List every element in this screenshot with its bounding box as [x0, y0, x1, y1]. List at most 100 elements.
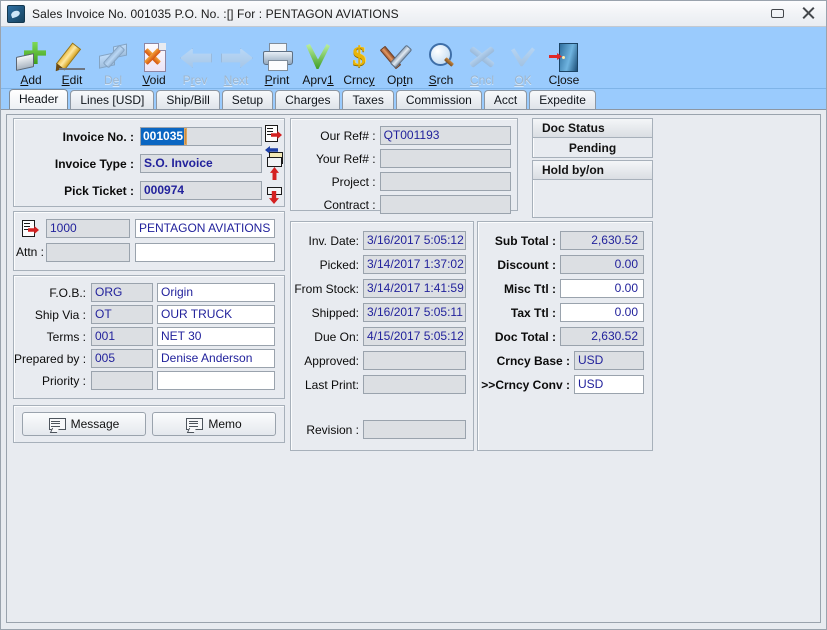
shipping-group: F.O.B.: ORG Origin Ship Via : OT OUR TRU… — [13, 275, 285, 399]
doc-total-input: 2,630.52 — [560, 327, 644, 346]
ship-via-code-input[interactable]: OT — [91, 305, 153, 324]
toolbar-button-ok[interactable]: OK — [503, 29, 543, 87]
toolbar-button-prev[interactable]: Prev — [175, 29, 215, 87]
project-input[interactable] — [379, 172, 511, 191]
customer-lookup-icon[interactable] — [22, 220, 40, 238]
tab-charges[interactable]: Charges — [275, 90, 341, 109]
ok-icon — [507, 41, 539, 73]
last-print-label: Last Print: — [304, 377, 359, 392]
misc-ttl-input[interactable]: 0.00 — [560, 279, 644, 298]
doc-status-header: Doc Status — [533, 119, 652, 138]
ship-via-label: Ship Via : — [34, 307, 86, 322]
tab-commission[interactable]: Commission — [395, 90, 482, 109]
toolbar-button-void[interactable]: Void — [134, 29, 174, 87]
edit-icon — [55, 41, 88, 73]
sub-total-input: 2,630.52 — [560, 231, 644, 250]
pick-ticket-input[interactable]: 000974 — [140, 181, 262, 200]
pick-ticket-label: Pick Ticket : — [64, 183, 134, 198]
toolbar-button-edit[interactable]: Edit — [52, 29, 92, 87]
picked-input[interactable]: 3/14/2017 1:37:02 PM — [363, 255, 466, 274]
from-stock-input[interactable]: 3/14/2017 1:41:59 PM — [363, 279, 466, 298]
fob-code-input[interactable]: ORG — [91, 283, 153, 302]
doc-status-group: Doc Status Pending — [532, 118, 653, 158]
your-ref-label: Your Ref# : — [315, 151, 376, 166]
toolbar-button-search[interactable]: Srch — [421, 29, 461, 87]
ship-via-desc-input[interactable]: OUR TRUCK — [157, 305, 275, 324]
discount-label: Discount : — [497, 257, 556, 272]
toolbar-button-print[interactable]: Print — [257, 29, 297, 87]
memo-button-label: Memo — [208, 417, 242, 431]
discount-input[interactable]: 0.00 — [560, 255, 644, 274]
revision-input[interactable] — [363, 420, 466, 439]
contract-input[interactable] — [379, 195, 511, 214]
tab-ship-bill[interactable]: Ship/Bill — [156, 90, 220, 109]
minimize-button[interactable] — [763, 4, 792, 24]
last-print-input[interactable] — [363, 375, 466, 394]
toolbar-button-approve[interactable]: Aprv1 — [298, 29, 338, 87]
misc-ttl-label: Misc Ttl : — [503, 281, 556, 296]
picked-label: Picked: — [319, 257, 359, 272]
our-ref-input[interactable]: QT001193 — [379, 126, 511, 145]
shipped-input[interactable]: 3/16/2017 5:05:11 PM — [363, 303, 466, 322]
tab-strip: Header Lines [USD] Ship/Bill Setup Charg… — [1, 89, 826, 109]
next-icon — [220, 41, 253, 73]
invoice-lookup-icon[interactable] — [265, 125, 283, 143]
currency-icon: $ — [352, 41, 366, 71]
close-icon — [802, 7, 815, 20]
tab-acct[interactable]: Acct — [483, 90, 528, 109]
invoice-type-input[interactable]: S.O. Invoice — [140, 154, 262, 173]
invoice-post-up-icon[interactable] — [266, 167, 284, 185]
toolbar-button-close[interactable]: Close — [544, 29, 584, 87]
sales-invoice-window: Sales Invoice No. 001035 P.O. No. :[] Fo… — [0, 0, 827, 630]
terms-code-input[interactable]: 001 — [91, 327, 153, 346]
toolbar-button-options[interactable]: Optn — [379, 29, 420, 87]
tab-header[interactable]: Header — [9, 89, 69, 109]
window-title: Sales Invoice No. 001035 P.O. No. :[] Fo… — [32, 6, 399, 21]
toolbar-button-next[interactable]: Next — [216, 29, 256, 87]
toolbar-button-del[interactable]: Del — [93, 29, 133, 87]
terms-desc-input[interactable]: NET 30 — [157, 327, 275, 346]
customer-code-input[interactable]: 1000 — [46, 219, 130, 238]
crncy-conv-input[interactable]: USD — [574, 375, 644, 394]
crncy-conv-label[interactable]: >>Crncy Conv : — [478, 378, 570, 392]
tab-setup[interactable]: Setup — [221, 90, 274, 109]
priority-desc-input[interactable] — [157, 371, 275, 390]
close-window-button[interactable] — [794, 4, 823, 24]
toolbar-button-currency[interactable]: $ Crncy — [339, 29, 379, 87]
priority-label: Priority : — [41, 373, 86, 388]
tab-expedite[interactable]: Expedite — [529, 90, 596, 109]
totals-group: Sub Total : 2,630.52 Discount : 0.00 Mis… — [477, 221, 653, 451]
crncy-base-label: Crncy Base : — [496, 353, 570, 368]
due-on-label: Due On: — [314, 329, 359, 344]
hold-value — [533, 181, 652, 199]
tax-ttl-input[interactable]: 0.00 — [560, 303, 644, 322]
invoice-post-down-icon[interactable] — [266, 187, 284, 205]
dates-group: Inv. Date: 3/16/2017 5:05:12 PM Picked: … — [290, 221, 474, 451]
attn-name-input[interactable] — [135, 243, 275, 262]
print-icon — [261, 41, 293, 73]
fob-desc-input[interactable]: Origin — [157, 283, 275, 302]
approved-input[interactable] — [363, 351, 466, 370]
attn-label: Attn : — [16, 245, 45, 259]
message-button[interactable]: Message — [22, 412, 146, 436]
fob-label: F.O.B.: — [49, 285, 86, 300]
search-icon — [425, 41, 457, 73]
attn-code-input[interactable] — [46, 243, 130, 262]
memo-button[interactable]: Memo — [152, 412, 276, 436]
prepared-by-code-input[interactable]: 005 — [91, 349, 153, 368]
priority-code-input[interactable] — [91, 371, 153, 390]
toolbar-button-add[interactable]: Add — [11, 29, 51, 87]
revision-label: Revision : — [306, 422, 359, 437]
your-ref-input[interactable] — [379, 149, 511, 168]
customer-name-input[interactable]: PENTAGON AVIATIONS — [135, 219, 275, 238]
toolbar-button-cancel[interactable]: Cncl — [462, 29, 502, 87]
inv-date-input[interactable]: 3/16/2017 5:05:12 PM — [363, 231, 466, 250]
invoice-no-input[interactable]: 001035 — [140, 127, 262, 146]
tab-taxes[interactable]: Taxes — [342, 90, 394, 109]
due-on-input[interactable]: 4/15/2017 5:05:12 PM — [363, 327, 466, 346]
delete-icon — [97, 41, 129, 73]
prepared-by-desc-input[interactable]: Denise Anderson — [157, 349, 275, 368]
hold-header: Hold by/on — [533, 161, 652, 180]
crncy-base-input: USD — [574, 351, 644, 370]
tab-lines[interactable]: Lines [USD] — [70, 90, 155, 109]
